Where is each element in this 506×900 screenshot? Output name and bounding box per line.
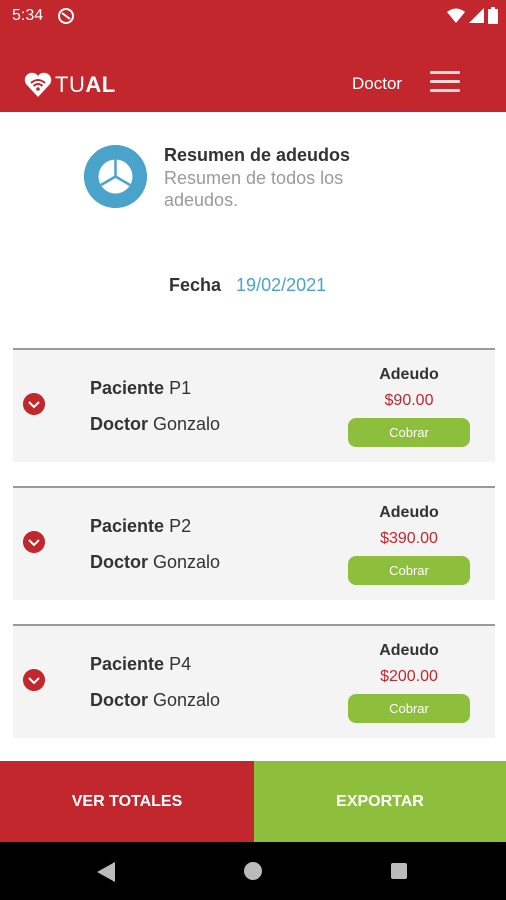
debt-card: Paciente P2 Doctor Gonzalo Adeudo $390.0… (13, 486, 495, 600)
doctor-line: Doctor Gonzalo (90, 414, 221, 434)
debt-amount: $390.00 (380, 530, 438, 547)
home-icon[interactable] (244, 862, 262, 880)
recent-apps-icon[interactable] (391, 863, 407, 879)
status-bar: 5:34 (0, 0, 506, 32)
status-time: 5:34 (12, 7, 44, 24)
patient-line: Paciente P4 (90, 654, 192, 674)
date-value[interactable]: 19/02/2021 (236, 275, 326, 295)
heart-wifi-icon (24, 72, 52, 97)
app-logo: TUAL (24, 72, 116, 98)
hamburger-menu-icon[interactable] (430, 71, 460, 97)
cobrar-button[interactable]: Cobrar (348, 556, 470, 585)
wifi-icon (447, 8, 465, 23)
debt-label: Adeudo (379, 642, 439, 659)
back-icon[interactable] (97, 862, 115, 882)
debt-label: Adeudo (379, 504, 439, 521)
debt-card: Paciente P1 Doctor Gonzalo Adeudo $90.00… (13, 348, 495, 462)
do-not-disturb-icon (58, 8, 74, 24)
patient-line: Paciente P2 (90, 516, 192, 536)
exportar-button[interactable]: EXPORTAR (254, 761, 506, 842)
debt-label: Adeudo (379, 366, 439, 383)
app-bar: TUAL Doctor (0, 32, 506, 112)
summary-subtitle: Resumen de todos los adeudos. (164, 168, 344, 210)
doctor-line: Doctor Gonzalo (90, 552, 221, 572)
debt-amount: $200.00 (380, 668, 438, 685)
ver-totales-button[interactable]: VER TOTALES (0, 761, 254, 842)
status-icons (447, 7, 498, 24)
date-row: Fecha 19/02/2021 (169, 275, 326, 296)
doctor-line: Doctor Gonzalo (90, 690, 221, 710)
chevron-down-circle-icon[interactable] (23, 531, 45, 553)
chevron-down-circle-icon[interactable] (23, 669, 45, 691)
system-nav-bar (0, 842, 506, 900)
logo-text: TUAL (55, 72, 116, 97)
patient-line: Paciente P1 (90, 378, 192, 398)
signal-icon (469, 8, 484, 23)
summary-title: Resumen de adeudos (164, 145, 351, 165)
chevron-down-circle-icon[interactable] (23, 393, 45, 415)
cobrar-button[interactable]: Cobrar (348, 694, 470, 723)
pie-chart-icon (84, 145, 147, 208)
role-label: Doctor (352, 74, 403, 93)
date-label: Fecha (169, 275, 222, 295)
debt-card: Paciente P4 Doctor Gonzalo Adeudo $200.0… (13, 624, 495, 738)
battery-icon (488, 7, 498, 24)
debt-amount: $90.00 (384, 392, 434, 409)
cobrar-button[interactable]: Cobrar (348, 418, 470, 447)
